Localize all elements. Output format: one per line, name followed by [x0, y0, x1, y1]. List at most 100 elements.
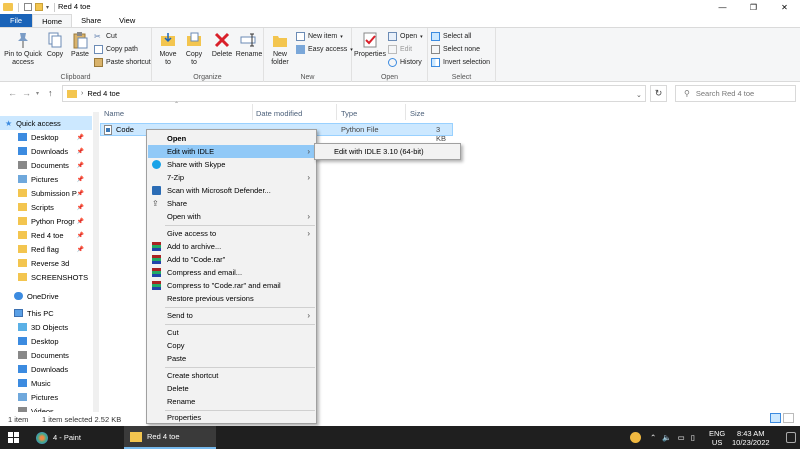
- sidebar-item[interactable]: 3D Objects: [0, 320, 92, 334]
- column-size[interactable]: Size: [410, 106, 425, 120]
- sidebar-item[interactable]: Pictures: [0, 390, 92, 404]
- paste-shortcut-button[interactable]: Paste shortcut: [94, 58, 151, 67]
- menu-item-open-with[interactable]: Open with ›: [148, 210, 316, 223]
- menu-item-add-to-archive[interactable]: Add to archive...: [148, 240, 316, 253]
- sidebar-item[interactable]: Documents 📌: [0, 158, 92, 172]
- copy-button[interactable]: Copy: [44, 31, 66, 59]
- taskbar-explorer[interactable]: Red 4 toe: [124, 426, 216, 449]
- nav-this-pc[interactable]: This PC: [0, 306, 92, 320]
- delete-button[interactable]: Delete: [210, 31, 234, 59]
- speaker-icon[interactable]: 🔈: [662, 433, 671, 442]
- menu-item-share-with-skype[interactable]: Share with Skype: [148, 158, 316, 171]
- sidebar-item[interactable]: Downloads 📌: [0, 144, 92, 158]
- details-view-button[interactable]: [770, 413, 781, 423]
- menu-item-give-access[interactable]: Give access to ›: [148, 227, 316, 240]
- back-arrow-icon[interactable]: ←: [8, 88, 17, 98]
- menu-item-share[interactable]: ⇪ Share: [148, 197, 316, 210]
- menu-item-add-to-code-rar[interactable]: Add to "Code.rar": [148, 253, 316, 266]
- cut-button[interactable]: ✂ Cut: [94, 32, 117, 41]
- paste-button[interactable]: Paste: [68, 31, 92, 59]
- copy-to-button[interactable]: Copy to: [182, 31, 206, 67]
- network-icon[interactable]: ▭: [678, 433, 685, 442]
- invert-selection-button[interactable]: Invert selection: [431, 58, 490, 67]
- menu-item-paste[interactable]: Paste: [148, 352, 316, 365]
- nav-scrollbar[interactable]: [93, 112, 99, 412]
- properties-button[interactable]: Properties: [354, 31, 386, 59]
- open-button[interactable]: Open ▾: [388, 32, 423, 41]
- rename-button[interactable]: Rename: [236, 31, 262, 59]
- sidebar-item[interactable]: Desktop: [0, 334, 92, 348]
- menu-item-delete[interactable]: Delete: [148, 382, 316, 395]
- tab-view[interactable]: View: [110, 14, 144, 27]
- weather-icon[interactable]: [630, 426, 641, 449]
- menu-item-scan-defender[interactable]: Scan with Microsoft Defender...: [148, 184, 316, 197]
- sidebar-item[interactable]: Scripts 📌: [0, 200, 92, 214]
- sidebar-item[interactable]: Submission P 📌: [0, 186, 92, 200]
- language-indicator[interactable]: ENG US: [709, 429, 725, 447]
- breadcrumb[interactable]: Red 4 toe: [87, 89, 120, 98]
- column-date-modified[interactable]: Date modified: [256, 106, 302, 120]
- clock[interactable]: 8:43 AM 10/23/2022: [732, 429, 770, 447]
- new-folder-icon[interactable]: [35, 3, 43, 11]
- move-to-button[interactable]: Move to: [156, 31, 180, 67]
- history-button[interactable]: History: [388, 58, 422, 67]
- chevron-up-icon[interactable]: ⌃: [650, 433, 656, 442]
- refresh-button[interactable]: ↻: [650, 85, 667, 102]
- nav-onedrive[interactable]: OneDrive: [0, 289, 92, 303]
- edit-button[interactable]: Edit: [388, 45, 412, 54]
- sidebar-item[interactable]: Videos: [0, 404, 92, 412]
- properties-icon[interactable]: [24, 3, 32, 11]
- taskbar-paint[interactable]: 4 - Paint: [30, 426, 122, 449]
- large-icons-view-button[interactable]: [783, 413, 794, 423]
- nav-quick-access[interactable]: ★ Quick access: [0, 116, 92, 130]
- sidebar-item[interactable]: Python Progr 📌: [0, 214, 92, 228]
- sidebar-item[interactable]: Music: [0, 376, 92, 390]
- tab-share[interactable]: Share: [72, 14, 110, 27]
- submenu-item-idle-3-10[interactable]: Edit with IDLE 3.10 (64-bit): [334, 147, 424, 156]
- up-arrow-icon[interactable]: ↑: [48, 88, 53, 98]
- column-divider[interactable]: [252, 104, 253, 120]
- menu-item-edit-with-idle[interactable]: Edit with IDLE ›: [148, 145, 316, 158]
- sidebar-item[interactable]: Documents: [0, 348, 92, 362]
- menu-item-create-shortcut[interactable]: Create shortcut: [148, 369, 316, 382]
- show-desktop-button[interactable]: [786, 432, 796, 443]
- sidebar-item[interactable]: Red 4 toe 📌: [0, 228, 92, 242]
- easy-access-button[interactable]: Easy access ▾: [296, 45, 353, 54]
- sidebar-item[interactable]: Downloads: [0, 362, 92, 376]
- sidebar-item[interactable]: Desktop 📌: [0, 130, 92, 144]
- select-all-button[interactable]: Select all: [431, 32, 471, 41]
- tab-home[interactable]: Home: [32, 14, 73, 27]
- column-divider[interactable]: [405, 104, 406, 120]
- menu-item-copy[interactable]: Copy: [148, 339, 316, 352]
- column-name[interactable]: Name: [104, 106, 124, 120]
- new-item-button[interactable]: New item ▾: [296, 32, 343, 41]
- start-button[interactable]: [8, 426, 19, 449]
- copy-path-button[interactable]: Copy path: [94, 45, 138, 54]
- menu-item-properties[interactable]: Properties: [148, 411, 316, 424]
- menu-item-rename[interactable]: Rename: [148, 395, 316, 408]
- recent-chevron-icon[interactable]: ▾: [36, 90, 39, 97]
- maximize-button[interactable]: ❐: [738, 0, 769, 14]
- menu-item-restore-previous-versions[interactable]: Restore previous versions: [148, 292, 316, 305]
- sidebar-item[interactable]: Red flag 📌: [0, 242, 92, 256]
- sidebar-item[interactable]: Pictures 📌: [0, 172, 92, 186]
- new-folder-button[interactable]: New folder: [268, 31, 292, 67]
- menu-item-open[interactable]: Open: [148, 132, 316, 145]
- menu-item-7zip[interactable]: 7-Zip ›: [148, 171, 316, 184]
- menu-item-compress-and-email[interactable]: Compress and email...: [148, 266, 316, 279]
- minimize-button[interactable]: —: [707, 0, 738, 14]
- menu-item-send-to[interactable]: Send to ›: [148, 309, 316, 322]
- pin-quick-access-button[interactable]: Pin to Quick access: [3, 31, 43, 67]
- address-bar[interactable]: › Red 4 toe: [62, 85, 646, 102]
- column-divider[interactable]: [336, 104, 337, 120]
- select-none-button[interactable]: Select none: [431, 45, 480, 54]
- close-button[interactable]: ✕: [769, 0, 800, 14]
- column-type[interactable]: Type: [341, 106, 357, 120]
- sidebar-item[interactable]: Reverse 3d: [0, 256, 92, 270]
- qa-customize-icon[interactable]: ▾: [46, 4, 49, 11]
- battery-icon[interactable]: ▯: [691, 433, 695, 442]
- menu-item-compress-to-rar-email[interactable]: Compress to "Code.rar" and email: [148, 279, 316, 292]
- sidebar-item[interactable]: SCREENSHOTS: [0, 270, 92, 284]
- address-dropdown-icon[interactable]: ⌄: [636, 91, 642, 99]
- forward-arrow-icon[interactable]: →: [22, 88, 31, 98]
